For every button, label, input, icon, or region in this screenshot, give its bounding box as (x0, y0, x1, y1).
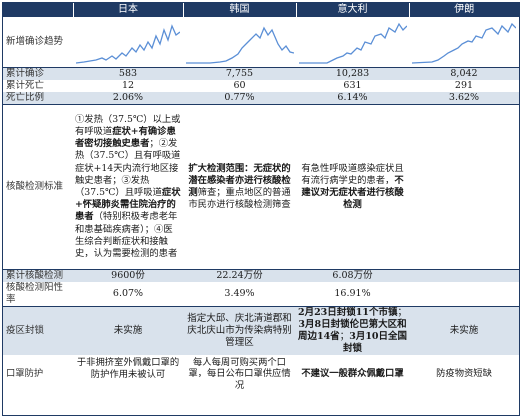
deaths-italy: 631 (343, 80, 362, 91)
positive-row: 核酸检测阳性率 6.07% 3.49% 16.91% (3, 282, 519, 307)
sparkline-iran-line (412, 22, 516, 64)
standard-italy: 有急性呼吸道感染症状且有流行病学史的患者，不建议对无症状者进行核酸检测 (296, 105, 409, 270)
positive-japan: 6.07% (112, 288, 144, 299)
standard-korea-p1: 筛查；重点地区的普通市民亦进行核酸检测筛查 (188, 187, 291, 211)
deaths-korea: 60 (233, 80, 246, 91)
sparkline-korea-line (185, 26, 294, 64)
lockdown-iran: 未实施 (409, 306, 519, 355)
positive-korea: 3.49% (224, 288, 255, 299)
confirmed-japan: 583 (73, 67, 183, 80)
deaths-label: 累计死亡 (6, 80, 45, 91)
country-comparison-table: 日本 韩国 意大利 伊朗 新增确诊趋势 累计确诊 583 7,755 10,28… (3, 3, 519, 393)
tests-japan: 9600份 (73, 269, 183, 282)
ratio-japan: 2.06% (73, 92, 183, 105)
header-japan: 日本 (72, 3, 183, 17)
header-iran: 伊朗 (408, 3, 519, 17)
sparkline-italy (296, 17, 409, 68)
sparkline-japan (73, 17, 183, 68)
mask-italy-text: 不建议一般群众佩戴口罩 (301, 368, 404, 380)
confirmed-korea: 7,755 (183, 67, 296, 80)
standard-italy-p0: 有急性呼吸道感染症状且有流行病学史的患者， (301, 162, 404, 186)
header-korea: 韩国 (182, 3, 296, 17)
lockdown-italy-p1: ； (397, 307, 408, 318)
positive-iran (409, 282, 519, 307)
ratio-label: 死亡比例 (3, 92, 73, 105)
mask-italy: 不建议一般群众佩戴口罩 (296, 355, 409, 393)
mask-korea: 每人每周可购买两个口罩，每日公布口罩供应情况 (188, 356, 291, 391)
ratio-italy: 6.14% (296, 92, 409, 105)
tests-korea: 22.24万份 (183, 269, 296, 282)
lockdown-korea: 指定大邱、庆北清道郡和庆北庆山市为传染病特别管理区 (183, 306, 296, 355)
trend-row: 新增确诊趋势 (3, 17, 519, 68)
lockdown-japan: 未实施 (73, 306, 183, 355)
mask-iran: 防疫物资短缺 (436, 368, 492, 380)
standard-japan: ①发热（37.5℃）以上或有呼吸道症状+有确诊患者密切接触史患者；②发热（37.… (73, 105, 183, 270)
mask-label: 口罩防护 (6, 368, 44, 380)
tests-row: 累计核酸检测 9600份 22.24万份 6.08万份 (3, 269, 519, 282)
comparison-table-frame: 日本 韩国 意大利 伊朗 新增确诊趋势 累计确诊 583 7,755 10,28… (2, 2, 520, 416)
tests-iran (409, 269, 519, 282)
standard-korea: 扩大检测范围：无症状的潜在感染者亦进行核酸检测筛查；重点地区的普通市民亦进行核酸… (183, 105, 296, 270)
lockdown-row: 疫区封锁 未实施 指定大邱、庆北清道郡和庆北庆山市为传染病特别管理区 2月23日… (3, 306, 519, 355)
header-italy: 意大利 (295, 3, 409, 17)
deaths-japan: 12 (121, 80, 135, 91)
tests-italy: 6.08万份 (296, 269, 409, 282)
lockdown-label: 疫区封锁 (3, 306, 73, 355)
lockdown-italy-p0: 2月23日封锁11个市镇 (297, 307, 398, 318)
sparkline-japan-line (76, 24, 180, 64)
positive-italy: 16.91% (334, 288, 371, 299)
ratio-korea: 0.77% (183, 92, 296, 105)
testing-standard-row: 核酸检测标准 ①发热（37.5℃）以上或有呼吸道症状+有确诊患者密切接触史患者；… (3, 105, 519, 270)
ratio-row: 死亡比例 2.06% 0.77% 6.14% 3.62% (3, 92, 519, 105)
lockdown-italy: 2月23日封锁11个市镇；3月8日封锁伦巴第大区和周边14省；3月10日全国封锁 (296, 306, 409, 355)
sparkline-iran (409, 17, 519, 68)
header-blank (3, 3, 73, 17)
deaths-row: 累计死亡 12 60 631 291 (3, 80, 519, 92)
confirmed-label: 累计确诊 (3, 67, 73, 80)
lockdown-italy-p4: 3月10日全国封锁 (342, 331, 408, 354)
confirmed-italy: 10,283 (296, 67, 409, 80)
mask-row: 口罩防护 于非拥挤室外佩戴口罩的防护作用未被认可 每人每周可购买两个口罩，每日公… (3, 355, 519, 393)
tests-label: 累计核酸检测 (3, 269, 73, 282)
sparkline-italy-line (298, 22, 407, 64)
sparkline-korea (183, 17, 296, 68)
mask-japan: 于非拥挤室外佩戴口罩的防护作用未被认可 (76, 357, 180, 380)
standard-label: 核酸检测标准 (6, 181, 64, 192)
standard-iran (409, 105, 519, 270)
deaths-iran: 291 (454, 80, 474, 91)
ratio-iran: 3.62% (409, 92, 519, 105)
confirmed-row: 累计确诊 583 7,755 10,283 8,042 (3, 67, 519, 80)
trend-label: 新增确诊趋势 (6, 36, 64, 47)
lockdown-italy-p3: ； (339, 331, 350, 342)
positive-label: 核酸检测阳性率 (6, 282, 64, 305)
confirmed-iran: 8,042 (409, 67, 519, 80)
header-row: 日本 韩国 意大利 伊朗 (3, 3, 519, 17)
